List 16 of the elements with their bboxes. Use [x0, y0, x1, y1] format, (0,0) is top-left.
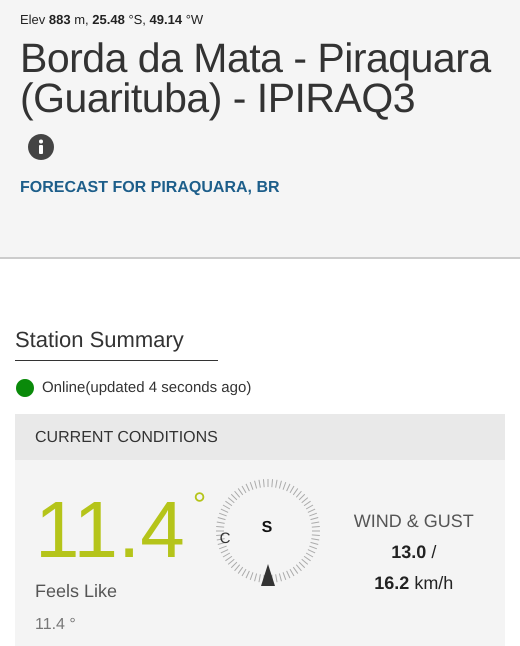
section-heading: Station Summary: [15, 323, 218, 361]
wind-speed: 13.0 /: [390, 540, 438, 564]
feels-like-value: 11.4 °: [35, 614, 77, 634]
elevation-text: Elev 883 m, 25.48 °S, 49.14 °W: [20, 11, 204, 29]
wind-gust-label: WIND & GUST: [352, 510, 475, 532]
feels-like-label: Feels Like: [35, 580, 118, 602]
forecast-link[interactable]: FORECAST FOR PIRAQUARA, BR: [20, 178, 280, 196]
gust-speed: 16.2 km/h: [373, 572, 454, 594]
direction-pointer-icon: [260, 564, 275, 586]
status-text: Online(updated 4 seconds ago): [42, 378, 252, 398]
degree-symbol: °: [192, 490, 206, 520]
compass-label: C: [220, 528, 230, 548]
wind-direction: S: [262, 518, 272, 538]
temperature-value: 11.4: [35, 490, 185, 570]
card-header: CURRENT CONDITIONS: [15, 414, 505, 460]
info-icon[interactable]: [28, 134, 54, 160]
